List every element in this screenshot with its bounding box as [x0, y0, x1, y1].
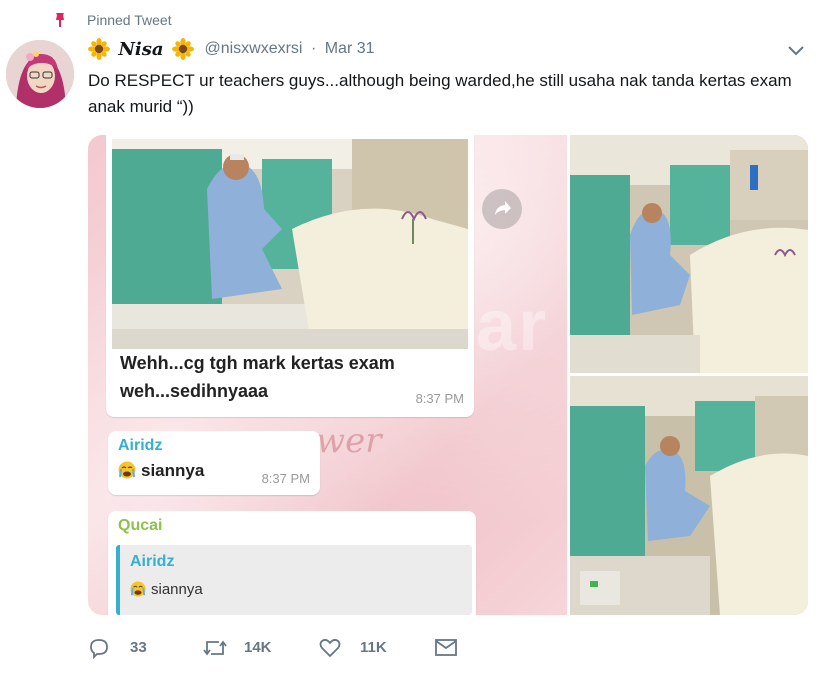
heart-icon [319, 638, 341, 658]
message-time: 8:37 PM [261, 471, 310, 486]
crying-emoji-icon [118, 461, 136, 479]
display-name[interactable]: 𝑵𝒊𝒔𝒂 [118, 39, 163, 60]
script-watermark-text: wer [316, 421, 382, 461]
direct-message-button[interactable] [434, 634, 464, 662]
user-handle[interactable]: @nisxwxexrsi [204, 40, 302, 57]
sunflower-icon [88, 38, 110, 60]
avatar[interactable] [6, 40, 74, 108]
quoted-message: Airidz siannya [116, 545, 472, 615]
retweet-button[interactable]: 14K [202, 634, 292, 662]
chat-message-bubble: Airidz siannya 8:37 PM [108, 431, 320, 495]
message-time: 8:37 PM [415, 391, 464, 406]
pinned-tweet-indicator: Pinned Tweet [0, 8, 830, 32]
chat-screenshot-image[interactable]: xStar wer [88, 135, 567, 615]
tweet-date[interactable]: Mar 31 [325, 40, 375, 57]
hospital-photo-thumbnail[interactable] [570, 135, 808, 373]
avatar-image [6, 40, 74, 108]
tweet-actions: 33 14K 11K [88, 634, 488, 662]
quoted-text-content: siannya [151, 581, 203, 598]
tweet-text: Do RESPECT ur teachers guys...although b… [88, 71, 792, 116]
reply-count: 33 [130, 639, 147, 656]
crying-emoji-icon [130, 581, 146, 597]
forward-button[interactable] [482, 189, 522, 229]
message-sender: Airidz [118, 437, 163, 454]
reply-button[interactable]: 33 [88, 634, 158, 662]
like-button[interactable]: 11K [318, 634, 398, 662]
hospital-photo [112, 139, 468, 349]
tweet-header: 𝑵𝒊𝒔𝒂 @nisxwxexrsi · Mar 31 [88, 38, 375, 64]
message-sender: Qucai [118, 517, 163, 534]
like-count: 11K [360, 639, 387, 656]
pin-icon [56, 13, 64, 27]
quoted-sender: Airidz [130, 553, 175, 570]
chat-reply-bubble: Qucai Airidz siannya [108, 511, 476, 615]
hospital-photo-thumbnail[interactable] [570, 376, 808, 615]
separator: · [310, 40, 317, 57]
message-text: siannya [118, 461, 204, 481]
sunflower-icon [172, 38, 194, 60]
direct-message-icon [435, 639, 457, 656]
retweet-icon [203, 640, 227, 656]
chat-photo-bubble: Wehh...cg tgh mark kertas exam weh...sed… [106, 135, 474, 417]
tweet-media[interactable]: xStar wer [88, 135, 808, 615]
chevron-down-icon[interactable] [787, 44, 805, 58]
pinned-label: Pinned Tweet [87, 12, 172, 28]
reply-icon [90, 639, 108, 659]
message-text-content: siannya [141, 461, 205, 480]
retweet-count: 14K [244, 639, 272, 656]
photo-caption: Wehh...cg tgh mark kertas exam weh...sed… [120, 353, 395, 401]
forward-icon [495, 201, 511, 215]
quoted-text: siannya [130, 581, 203, 598]
